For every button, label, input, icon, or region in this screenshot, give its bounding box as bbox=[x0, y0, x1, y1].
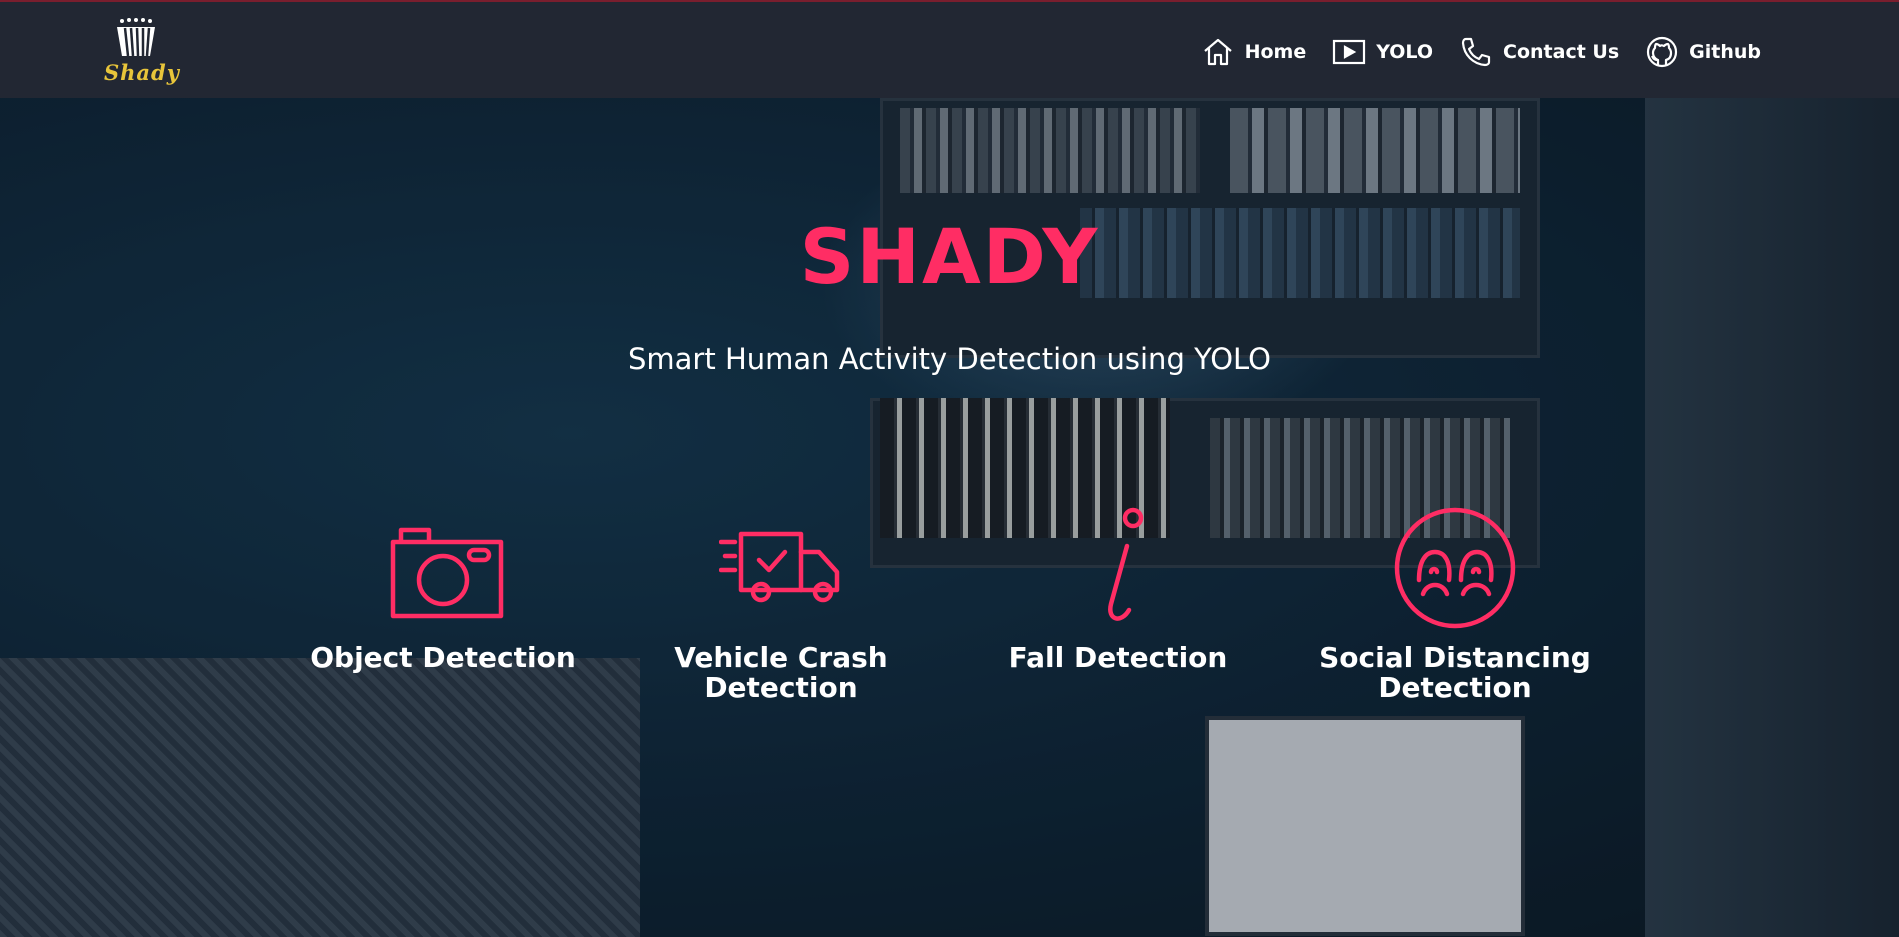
camera-icon bbox=[378, 503, 508, 633]
play-icon bbox=[1332, 35, 1366, 69]
nav-github[interactable]: Github bbox=[1645, 35, 1761, 69]
feature-label: Object Detection bbox=[310, 641, 576, 674]
hero-section: SHADY Smart Human Activity Detection usi… bbox=[0, 98, 1899, 937]
hero-title: SHADY bbox=[799, 212, 1100, 301]
feature-label: Social Distancing Detection bbox=[1319, 641, 1591, 704]
truck-icon bbox=[716, 503, 846, 633]
brand-logo-text: Shady bbox=[104, 60, 180, 85]
info-icon bbox=[1053, 503, 1183, 633]
home-icon bbox=[1201, 35, 1235, 69]
feature-social-distancing: Social Distancing Detection bbox=[1305, 503, 1605, 703]
nav-github-label: Github bbox=[1689, 41, 1761, 63]
navbar: Shady Home YOLO Contact Us Github bbox=[0, 0, 1899, 98]
nav-home-label: Home bbox=[1244, 41, 1307, 63]
github-icon bbox=[1645, 35, 1679, 69]
nav-contact[interactable]: Contact Us bbox=[1459, 35, 1619, 69]
nav-home[interactable]: Home bbox=[1201, 35, 1307, 69]
hero-subtitle: Smart Human Activity Detection using YOL… bbox=[628, 342, 1271, 376]
nav-yolo[interactable]: YOLO bbox=[1332, 35, 1433, 69]
main-nav: Home YOLO Contact Us Github bbox=[1201, 32, 1761, 72]
nav-yolo-label: YOLO bbox=[1376, 41, 1434, 63]
feature-fall-detection: Fall Detection bbox=[968, 503, 1268, 673]
feature-label: Vehicle Crash Detection bbox=[674, 641, 888, 704]
feature-object-detection: Object Detection bbox=[293, 503, 593, 673]
phone-icon bbox=[1459, 35, 1493, 69]
feature-vehicle-crash: Vehicle Crash Detection bbox=[631, 503, 931, 703]
nav-contact-label: Contact Us bbox=[1503, 41, 1620, 63]
people-icon bbox=[1390, 503, 1520, 633]
feature-label: Fall Detection bbox=[1008, 641, 1228, 674]
